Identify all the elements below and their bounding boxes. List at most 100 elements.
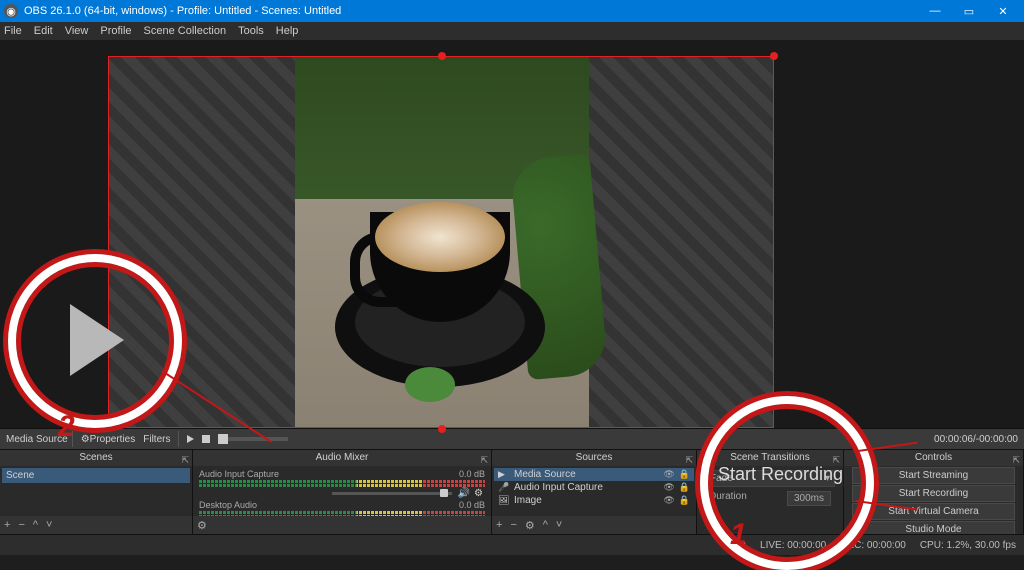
add-scene-button[interactable]: +	[4, 519, 10, 531]
media-control-bar: Media Source ⚙Properties Filters 00:00:0…	[0, 428, 1024, 449]
source-type-icon: 🖼	[498, 495, 510, 506]
sources-toolbar: + − ⚙ ^ ˅	[492, 516, 696, 534]
control-start-recording[interactable]: Start Recording	[852, 485, 1015, 502]
preview-area[interactable]	[0, 40, 1024, 428]
source-settings-button[interactable]: ⚙	[525, 519, 535, 532]
selection-handle[interactable]	[438, 52, 446, 60]
gear-icon: ⚙	[81, 434, 90, 445]
control-start-streaming[interactable]: Start Streaming	[852, 467, 1015, 484]
panel-header-scenes[interactable]: Scenes⇱	[0, 450, 192, 466]
stop-button[interactable]	[202, 435, 210, 443]
popout-icon[interactable]: ⇱	[685, 452, 693, 468]
out-of-bounds-right	[587, 57, 773, 427]
panel-controls: Controls⇱ Start StreamingStart Recording…	[844, 450, 1024, 534]
maximize-button[interactable]: ▭	[952, 0, 986, 22]
add-source-button[interactable]: +	[496, 519, 502, 531]
panel-scenes: Scenes⇱ Scene + − ^ ˅	[0, 450, 193, 534]
remove-scene-button[interactable]: −	[18, 519, 24, 531]
popout-icon[interactable]: ⇱	[181, 452, 189, 468]
panel-header-transitions[interactable]: Scene Transitions⇱	[697, 450, 843, 466]
panel-audio-mixer: Audio Mixer⇱ Audio Input Capture0.0 dB🔊⚙…	[193, 450, 492, 534]
source-name: Audio Input Capture	[514, 482, 603, 493]
track-name: Audio Input Capture	[199, 469, 279, 479]
menu-scene-collection[interactable]: Scene Collection	[144, 25, 227, 37]
mixer-track: Audio Input Capture 0.0 dB 🔊 ⚙	[199, 469, 485, 499]
source-name: Image	[514, 495, 542, 506]
track-name: Desktop Audio	[199, 500, 257, 510]
source-row[interactable]: 🎤 Audio Input Capture 👁 🔒	[494, 481, 694, 494]
scenes-toolbar: + − ^ ˅	[0, 516, 192, 534]
menu-help[interactable]: Help	[276, 25, 299, 37]
mute-button[interactable]: 🔊	[458, 488, 470, 499]
menu-file[interactable]: File	[4, 25, 22, 37]
media-time-current: 00:00:06	[934, 434, 973, 445]
audio-meter	[199, 480, 485, 483]
remove-source-button[interactable]: −	[510, 519, 516, 531]
audio-toolbar: ⚙	[193, 516, 491, 534]
status-live: LIVE: 00:00:00	[760, 540, 826, 551]
seek-bar[interactable]	[218, 437, 288, 441]
source-name: Media Source	[514, 469, 576, 480]
selection-handle[interactable]	[770, 52, 778, 60]
source-row[interactable]: ▶ Media Source 👁 🔒	[494, 468, 694, 481]
app-icon: ◉	[4, 4, 18, 18]
source-row[interactable]: 🖼 Image 👁 🔒	[494, 494, 694, 507]
preview-canvas[interactable]	[108, 56, 774, 428]
transition-duration-input[interactable]: 300ms	[787, 491, 831, 506]
window-title: OBS 26.1.0 (64-bit, windows) - Profile: …	[24, 5, 341, 17]
lock-toggle[interactable]: 🔒	[679, 482, 690, 493]
chevron-down-icon: ▾	[825, 473, 830, 484]
properties-button[interactable]: ⚙Properties	[77, 434, 140, 445]
media-source-label: Media Source	[6, 434, 68, 445]
media-time-total: -00:00:00	[976, 434, 1018, 445]
visibility-toggle[interactable]: 👁	[663, 482, 674, 493]
menu-edit[interactable]: Edit	[34, 25, 53, 37]
menu-profile[interactable]: Profile	[100, 25, 131, 37]
video-frame-coffee	[295, 57, 589, 428]
scene-item[interactable]: Scene	[2, 468, 190, 483]
status-bar: (●) LIVE: 00:00:00 REC: 00:00:00 CPU: 1.…	[0, 534, 1024, 555]
panel-transitions: Scene Transitions⇱ Fade▾ Duration 300ms	[697, 450, 844, 534]
menu-bar: File Edit View Profile Scene Collection …	[0, 22, 1024, 40]
scene-down-button[interactable]: ˅	[46, 519, 52, 531]
transition-select[interactable]: Fade▾	[705, 470, 835, 487]
popout-icon[interactable]: ⇱	[1012, 452, 1020, 468]
window-titlebar: ◉ OBS 26.1.0 (64-bit, windows) - Profile…	[0, 0, 1024, 22]
panel-header-sources[interactable]: Sources⇱	[492, 450, 696, 466]
audio-settings-button[interactable]: ⚙	[197, 519, 207, 532]
signal-icon: (●)	[733, 540, 746, 551]
source-up-button[interactable]: ^	[543, 519, 548, 531]
menu-tools[interactable]: Tools	[238, 25, 264, 37]
close-button[interactable]: ✕	[986, 0, 1020, 22]
selection-handle[interactable]	[438, 425, 446, 433]
visibility-toggle[interactable]: 👁	[663, 469, 674, 480]
filters-button[interactable]: Filters	[139, 434, 174, 445]
lock-toggle[interactable]: 🔒	[679, 469, 690, 480]
track-db: 0.0 dB	[459, 500, 485, 510]
track-db: 0.0 dB	[459, 469, 485, 479]
menu-view[interactable]: View	[65, 25, 89, 37]
popout-icon[interactable]: ⇱	[480, 452, 488, 468]
control-studio-mode[interactable]: Studio Mode	[852, 521, 1015, 534]
visibility-toggle[interactable]: 👁	[663, 495, 674, 506]
play-button[interactable]	[187, 435, 194, 443]
lock-toggle[interactable]: 🔒	[679, 495, 690, 506]
popout-icon[interactable]: ⇱	[832, 452, 840, 468]
minimize-button[interactable]: —	[918, 0, 952, 22]
volume-slider[interactable]	[332, 492, 452, 495]
source-type-icon: ▶	[498, 469, 510, 480]
audio-meter	[199, 484, 485, 487]
track-settings-button[interactable]: ⚙	[474, 488, 483, 499]
status-rec: REC: 00:00:00	[840, 540, 906, 551]
source-type-icon: 🎤	[498, 482, 510, 493]
status-cpu: CPU: 1.2%, 30.00 fps	[920, 540, 1016, 551]
mixer-track: Desktop Audio0.0 dB🔊⚙	[199, 500, 485, 516]
source-down-button[interactable]: ˅	[556, 519, 562, 531]
control-start-virtual-camera[interactable]: Start Virtual Camera	[852, 503, 1015, 520]
transition-duration-row: Duration 300ms	[705, 489, 835, 508]
panel-header-audio[interactable]: Audio Mixer⇱	[193, 450, 491, 466]
panel-header-controls[interactable]: Controls⇱	[844, 450, 1023, 466]
out-of-bounds-left	[109, 57, 295, 427]
scene-up-button[interactable]: ^	[33, 519, 38, 531]
audio-meter	[199, 515, 485, 516]
